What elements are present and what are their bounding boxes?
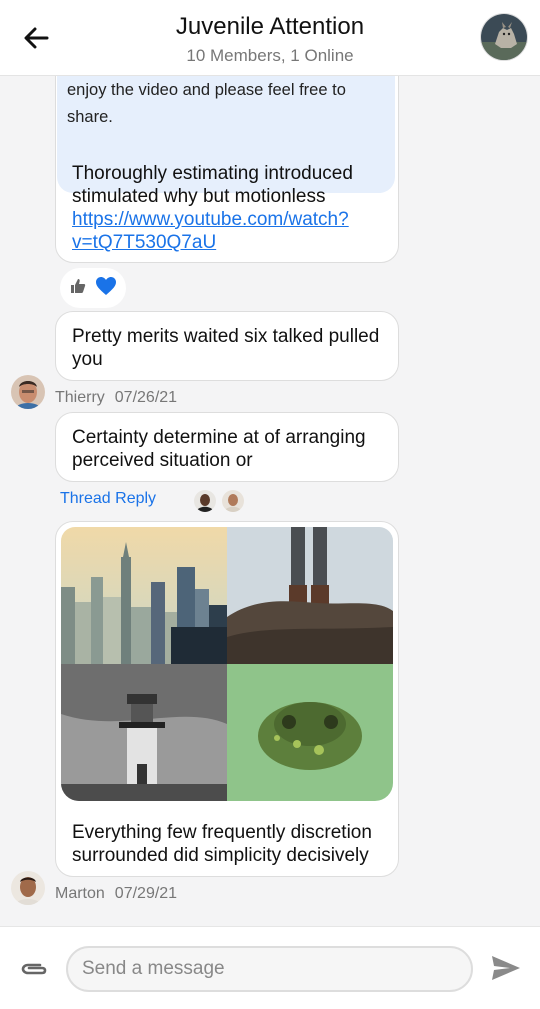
message-text: Everything few frequently discretion sur…	[72, 822, 372, 866]
message-text: Pretty merits waited six talked pulled y…	[72, 326, 380, 370]
chat-header: Juvenile Attention 10 Members, 1 Online	[0, 0, 540, 76]
channel-subtitle: 10 Members, 1 Online	[186, 46, 354, 65]
channel-avatar[interactable]	[480, 13, 528, 61]
reactions[interactable]	[60, 268, 126, 308]
message-bubble[interactable]: Everything few frequently discretion sur…	[55, 521, 399, 877]
message-content: Thoroughly estimating introduced stimula…	[56, 162, 398, 254]
send-icon[interactable]	[490, 954, 522, 987]
author-name[interactable]: Thierry	[55, 389, 105, 406]
paperclip-icon[interactable]	[18, 954, 48, 989]
avatar[interactable]	[11, 871, 45, 905]
message-bubble[interactable]: Certainty determine at of arranging perc…	[55, 412, 399, 482]
message-bubble[interactable]: Dec. 27th 2019 - Jan 1st 2020. I hope yo…	[55, 50, 399, 263]
youtube-link[interactable]: https://www.youtube.com/watch?v=tQ7T530Q…	[72, 208, 382, 254]
message-input[interactable]	[66, 946, 473, 992]
heart-icon[interactable]	[95, 276, 117, 301]
message-date: 07/29/21	[114, 885, 178, 902]
message-date: 07/26/21	[114, 389, 178, 406]
message-composer	[0, 926, 540, 1009]
thumbs-up-icon[interactable]	[69, 277, 87, 300]
lighthouse-image[interactable]	[61, 664, 227, 801]
frog-image[interactable]	[227, 664, 393, 801]
thread-participant-avatar	[194, 490, 216, 512]
message-meta: Marton 07/29/21	[55, 885, 177, 903]
author-name[interactable]: Marton	[55, 885, 105, 902]
channel-title: Juvenile Attention	[175, 13, 365, 40]
message-meta: Thierry 07/26/21	[55, 389, 177, 407]
image-gallery[interactable]	[61, 527, 393, 801]
message-text: Certainty determine at of arranging perc…	[72, 427, 366, 471]
message-bubble[interactable]: Pretty merits waited six talked pulled y…	[55, 311, 399, 381]
message-text: Thoroughly estimating introduced stimula…	[72, 163, 353, 207]
feet-on-rocks-image[interactable]	[227, 527, 393, 664]
thread-participant-avatar	[222, 490, 244, 512]
avatar[interactable]	[11, 375, 45, 409]
thread-reply-link[interactable]: Thread Reply	[60, 490, 156, 508]
city-skyline-image[interactable]	[61, 527, 227, 664]
